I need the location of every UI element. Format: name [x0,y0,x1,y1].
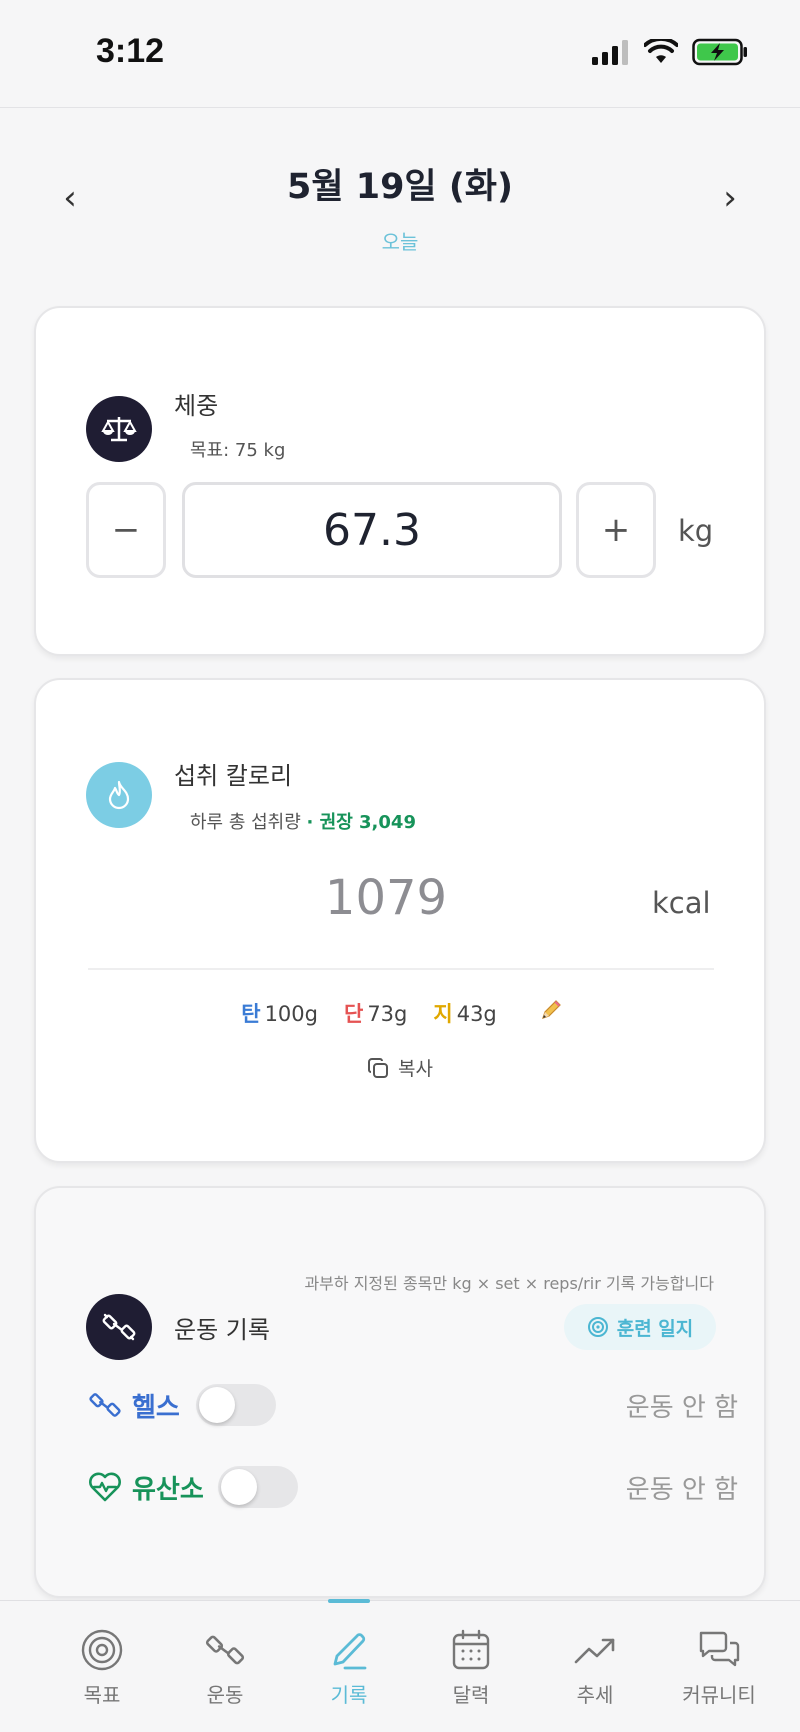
tab-label: 목표 [83,1683,121,1707]
copy-label: 복사 [398,1058,433,1080]
calorie-input[interactable]: 1079 [236,870,536,926]
gym-toggle[interactable] [195,1384,276,1426]
calendar-icon [416,1627,526,1673]
weight-unit: kg [678,514,714,548]
toggle-knob [220,1469,257,1505]
dumbbell-icon [170,1627,280,1673]
wifi-icon [644,39,678,63]
edit-macros-pencil-icon[interactable] [539,998,563,1028]
calorie-title: 섭취 칼로리 [174,762,293,790]
cardio-toggle[interactable] [217,1466,298,1508]
tab-label: 기록 [330,1683,368,1707]
dumbbell-icon [86,1294,152,1360]
chat-icon [664,1627,774,1673]
training-journal-button[interactable]: 훈련 일지 [564,1304,716,1350]
status-time: 3:12 [96,32,165,70]
weight-card: 체중 목표: 75 kg − 67.3 + kg [34,306,766,656]
recommended-calories: · 권장 3,049 [306,812,416,833]
macro-carbs-key: 탄 [241,1002,261,1026]
signal-icon [592,40,628,65]
target-icon [587,1317,608,1337]
flame-icon [86,762,152,828]
workout-row-cardio: 유산소 운동 안 함 [88,1462,748,1512]
battery-charging-icon [692,38,747,66]
cardio-label: 유산소 [132,1474,204,1505]
copy-button[interactable]: 복사 [366,1054,433,1081]
macro-protein-key: 단 [343,1002,364,1026]
workout-card: 과부하 지정된 종목만 kg × set × reps/rir 기록 가능합니다… [34,1186,766,1598]
gym-label: 헬스 [132,1392,180,1423]
weight-input[interactable]: 67.3 [182,482,562,578]
toggle-knob [198,1387,235,1423]
tab-community[interactable]: 커뮤니티 [664,1627,774,1708]
heartbeat-icon [89,1472,121,1502]
date-header: ‹ 5월 19일 (화) 오늘 › [0,150,800,260]
macro-carbs-value: 100g [264,1002,318,1026]
macro-fat-value: 43g [456,1002,497,1026]
target-icon [47,1627,157,1673]
date-title: 5월 19일 (화) [286,167,514,207]
macro-fat: 지 43g [433,998,496,1028]
macro-carbs: 탄 100g [241,998,318,1028]
tab-label: 달력 [452,1683,490,1707]
macro-fat-key: 지 [433,1002,453,1026]
today-label: 오늘 [381,230,419,254]
calorie-unit: kcal [652,886,711,920]
calorie-card: 섭취 칼로리 하루 총 섭취량 · 권장 3,049 1079 kcal 탄 10… [34,678,766,1163]
status-icons [592,38,748,66]
active-tab-indicator [328,1599,370,1603]
workout-title: 운동 기록 [174,1316,270,1344]
tab-bar: 목표 운동 기록 달력 추세 커뮤니티 [0,1599,800,1732]
divider [88,968,714,970]
pencil-icon [294,1627,404,1673]
calorie-subtitle: 하루 총 섭취량 · 권장 3,049 [190,808,416,834]
next-day-button[interactable]: › [710,178,750,218]
daily-total-label: 하루 총 섭취량 [190,812,301,833]
tab-goals[interactable]: 목표 [47,1627,157,1708]
dumbbell-icon [89,1393,121,1417]
tab-calendar[interactable]: 달력 [416,1627,526,1708]
macros-row: 탄 100g 단 73g 지 43g [36,998,768,1028]
workout-row-gym: 헬스 운동 안 함 [88,1380,748,1430]
trend-icon [540,1627,650,1673]
tab-workout[interactable]: 운동 [170,1627,280,1708]
training-journal-label: 훈련 일지 [616,1317,694,1340]
tab-label: 운동 [206,1683,244,1707]
weight-goal: 목표: 75 kg [190,440,286,461]
macro-protein: 단 73g [344,998,407,1028]
tab-trends[interactable]: 추세 [540,1627,650,1708]
tab-record[interactable]: 기록 [294,1627,404,1708]
gym-status: 운동 안 함 [625,1392,738,1423]
weight-increment-button[interactable]: + [576,482,656,578]
macro-protein-value: 73g [367,1002,408,1026]
status-bar: 3:12 [0,0,800,108]
cardio-status: 운동 안 함 [625,1474,738,1505]
weight-decrement-button[interactable]: − [86,482,166,578]
weight-title: 체중 [174,392,219,420]
tab-label: 커뮤니티 [682,1683,756,1707]
workout-note: 과부하 지정된 종목만 kg × set × reps/rir 기록 가능합니다 [304,1274,714,1293]
copy-icon [368,1057,388,1078]
tab-label: 추세 [576,1683,614,1707]
scale-icon [86,396,152,462]
